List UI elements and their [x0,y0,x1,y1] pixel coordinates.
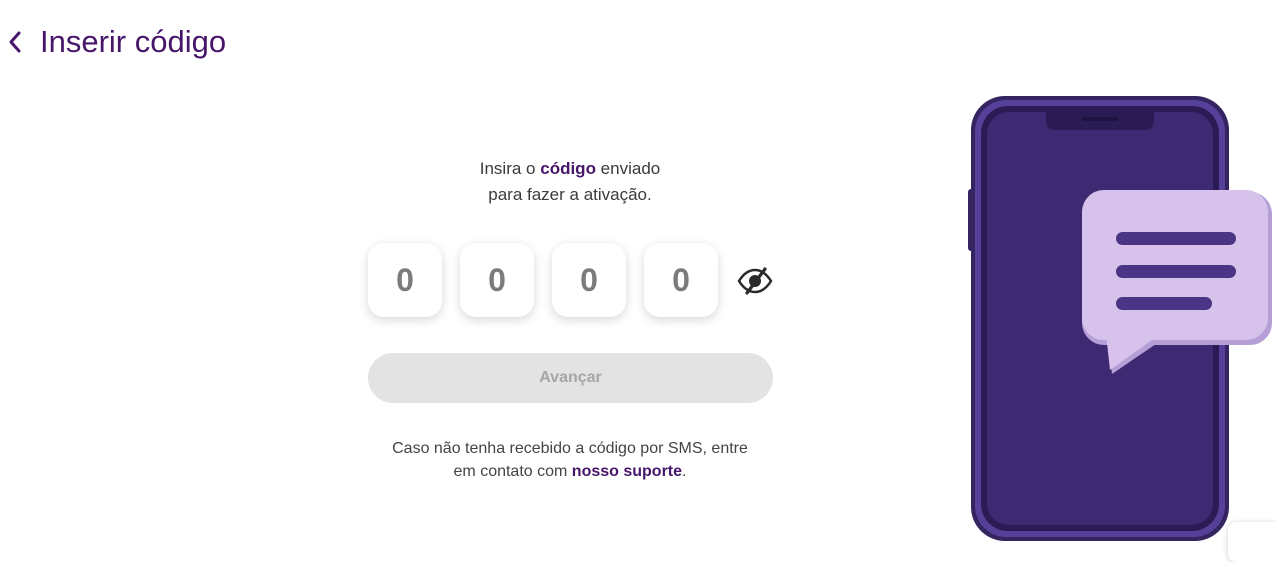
toggle-visibility-button[interactable] [736,262,774,300]
code-input-group [368,243,718,317]
instructions-text: Insira o [479,159,541,178]
chevron-left-icon [9,31,21,53]
instructions-text-end: enviado [595,159,661,178]
code-digit-box [552,243,626,317]
support-message: Caso não tenha recebido a código por SMS… [370,437,770,483]
code-digit-2[interactable] [465,260,529,300]
code-digit-box [644,243,718,317]
code-digit-3[interactable] [557,260,621,300]
instructions: Insira o código enviado para fazer a ati… [370,156,770,208]
instructions-line-2: para fazer a ativação. [488,185,652,204]
eye-off-icon [737,267,773,295]
support-suffix: . [682,463,687,480]
code-digit-box [368,243,442,317]
corner-widget[interactable] [1228,522,1275,562]
code-digit-1[interactable] [373,260,437,300]
code-digit-4[interactable] [649,260,713,300]
back-button[interactable] [8,22,26,62]
phone-illustration [960,94,1275,551]
support-line-1: Caso não tenha recebido a código por SMS… [392,440,748,457]
page-header: Inserir código [8,22,226,62]
instructions-highlight: código [540,159,596,178]
advance-button[interactable]: Avançar [368,353,773,403]
support-line-2: em contato com [453,463,572,480]
code-digit-box [460,243,534,317]
page-title: Inserir código [40,24,227,59]
support-link[interactable]: nosso suporte [572,463,682,480]
